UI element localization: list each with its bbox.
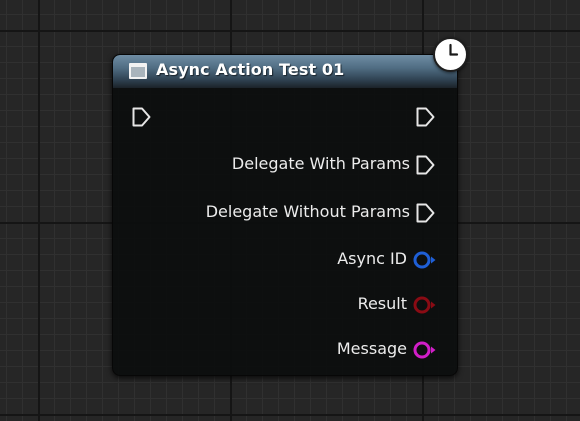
exec-pin-icon (132, 107, 151, 127)
exec-input-pin[interactable] (131, 106, 153, 128)
output-pin-delegate-with-params[interactable]: Delegate With Params (0, 153, 461, 177)
clock-icon (433, 37, 468, 72)
exec-pin-icon (416, 203, 435, 223)
data-pin-icon (413, 251, 436, 269)
function-node-icon (129, 63, 147, 79)
output-pin-async-id[interactable]: Async ID (0, 248, 461, 272)
pin-label: Delegate With Params (231, 154, 410, 173)
output-pin-result[interactable]: Result (0, 293, 461, 317)
data-pin-icon (413, 296, 436, 314)
pin-label: Async ID (337, 249, 407, 268)
output-pin-message[interactable]: Message (0, 338, 461, 362)
node-header[interactable]: Async Action Test 01 (113, 55, 457, 88)
output-pin-delegate-without-params[interactable]: Delegate Without Params (0, 201, 461, 225)
exec-output-pin[interactable] (415, 106, 437, 128)
pin-label: Delegate Without Params (205, 202, 410, 221)
exec-pin-icon (416, 107, 435, 127)
data-pin-icon (413, 341, 436, 359)
pin-label: Message (336, 339, 407, 358)
node-title: Async Action Test 01 (156, 60, 345, 79)
pin-label: Result (357, 294, 407, 313)
exec-pin-icon (416, 155, 435, 175)
